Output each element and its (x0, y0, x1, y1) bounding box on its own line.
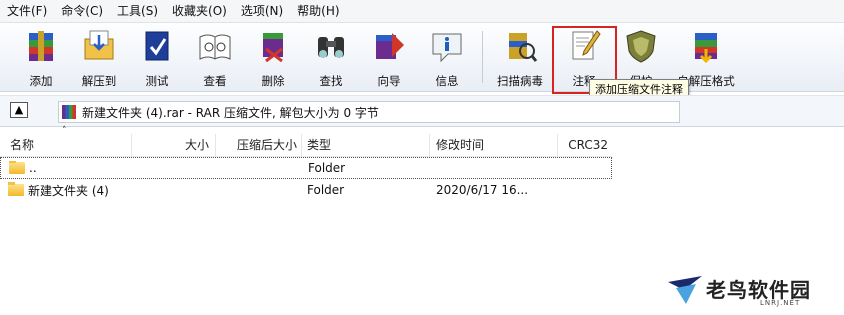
folder-icon (9, 161, 25, 174)
archive-path-text: 新建文件夹 (4).rar - RAR 压缩文件, 解包大小为 0 字节 (82, 105, 379, 120)
view-button[interactable]: 查看 (188, 25, 242, 89)
column-name[interactable]: 名称 (0, 134, 132, 156)
test-label: 测试 (145, 74, 169, 88)
file-type: Folder (307, 183, 345, 197)
column-packed[interactable]: 压缩后大小 (216, 134, 302, 156)
extract-to-label: 解压到 (81, 74, 117, 88)
info-icon (432, 33, 462, 63)
column-type[interactable]: 类型 (302, 134, 430, 156)
watermark: 老鸟软件园 LNRJ.NET (666, 266, 836, 311)
column-modified[interactable]: 修改时间 (430, 134, 558, 156)
wizard-button[interactable]: 向导 (362, 25, 416, 89)
watermark-subtext: LNRJ.NET (760, 299, 801, 307)
column-crc32[interactable]: CRC32 (558, 134, 612, 156)
menu-bar: 文件(F) 命令(C) 工具(S) 收藏夹(O) 选项(N) 帮助(H) (0, 0, 844, 23)
protect-icon (626, 30, 656, 63)
toolbar: 添加 解压到 测试 查看 删除 查找 向导 信息 扫描病毒 注释 自解压格式 (0, 23, 844, 92)
column-size[interactable]: 大小 (132, 134, 216, 156)
menu-options[interactable]: 选项(N) (234, 0, 290, 22)
bird-logo-icon (668, 276, 702, 304)
delete-icon (263, 33, 283, 63)
menu-tools[interactable]: 工具(S) (110, 0, 165, 22)
virus-scan-button[interactable]: 扫描病毒 (493, 25, 547, 89)
file-name: .. (29, 161, 37, 175)
up-folder-button[interactable]: ▲ (10, 102, 28, 118)
view-label: 查看 (203, 74, 227, 88)
find-button[interactable]: 查找 (304, 25, 358, 89)
menu-help[interactable]: 帮助(H) (290, 0, 346, 22)
wizard-icon (376, 33, 404, 59)
extract-to-button[interactable]: 解压到 (72, 25, 126, 89)
add-button[interactable]: 添加 (14, 25, 68, 89)
sfx-icon (695, 33, 717, 64)
add-archive-icon (29, 31, 53, 61)
find-label: 查找 (319, 74, 343, 88)
menu-file[interactable]: 文件(F) (0, 0, 54, 22)
delete-button[interactable]: 删除 (246, 25, 300, 89)
rar-archive-icon (62, 105, 76, 119)
test-icon (145, 31, 169, 61)
delete-label: 删除 (261, 74, 285, 88)
add-label: 添加 (29, 74, 53, 88)
file-row-parent[interactable]: .. Folder (0, 157, 612, 179)
find-icon (318, 37, 344, 58)
file-list-header: 名称 大小 压缩后大小 类型 修改时间 CRC32 (0, 134, 612, 157)
info-label: 信息 (435, 74, 459, 88)
file-modified: 2020/6/17 16... (436, 183, 529, 197)
folder-icon (8, 181, 24, 196)
menu-favorites[interactable]: 收藏夹(O) (165, 0, 234, 22)
test-button[interactable]: 测试 (130, 25, 184, 89)
extract-to-icon (84, 30, 114, 60)
virus-scan-label: 扫描病毒 (497, 74, 543, 88)
menu-commands[interactable]: 命令(C) (54, 0, 110, 22)
file-row-folder[interactable]: 新建文件夹 (4) Folder 2020/6/17 16... (0, 179, 612, 201)
up-arrow-icon: ▲ (14, 103, 24, 116)
virus-scan-icon (509, 33, 538, 62)
view-icon (199, 34, 231, 60)
info-button[interactable]: 信息 (420, 25, 474, 89)
file-type: Folder (308, 161, 346, 175)
archive-path-box[interactable]: 新建文件夹 (4).rar - RAR 压缩文件, 解包大小为 0 字节 (58, 101, 680, 123)
file-name: 新建文件夹 (4) (28, 183, 109, 198)
wizard-label: 向导 (377, 74, 401, 88)
toolbar-separator (482, 31, 483, 83)
path-bar: ▲ 新建文件夹 (4).rar - RAR 压缩文件, 解包大小为 0 字节 (0, 95, 844, 127)
